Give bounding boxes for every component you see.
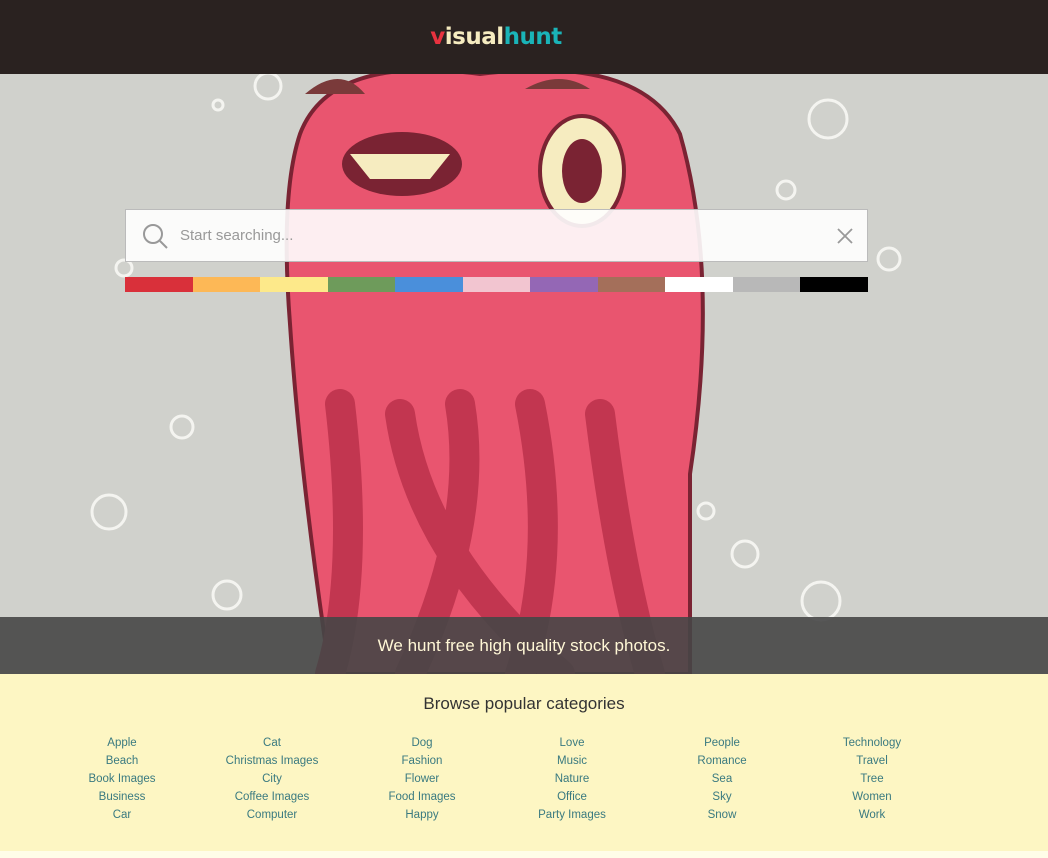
logo-isual: isual xyxy=(444,24,504,50)
hero-illustration xyxy=(90,74,902,674)
category-link[interactable]: Food Images xyxy=(347,788,497,806)
category-link[interactable]: Dog xyxy=(347,734,497,752)
color-swatch[interactable] xyxy=(665,277,733,292)
category-link[interactable]: Travel xyxy=(797,752,947,770)
color-swatch[interactable] xyxy=(125,277,193,292)
header: visualhunt xyxy=(0,0,1048,74)
category-column: Dog Fashion Flower Food Images Happy xyxy=(347,734,497,824)
tagline: We hunt free high quality stock photos. xyxy=(0,617,1048,674)
category-column: Cat Christmas Images City Coffee Images Comp… xyxy=(197,734,347,824)
color-swatch[interactable] xyxy=(192,277,261,292)
popular-categories: Browse popular categories Apple Beach Book… xyxy=(0,674,1048,851)
category-link[interactable]: Love xyxy=(497,734,647,752)
category-link[interactable]: Business xyxy=(47,788,197,806)
logo-hunt: hunt xyxy=(503,24,563,50)
category-link[interactable]: Women xyxy=(797,788,947,806)
category-link[interactable]: People xyxy=(647,734,797,752)
category-link[interactable]: Happy xyxy=(347,806,497,824)
category-link[interactable]: Sky xyxy=(647,788,797,806)
category-link[interactable]: Cat xyxy=(197,734,347,752)
category-link[interactable]: Romance xyxy=(647,752,797,770)
category-link[interactable]: Snow xyxy=(647,806,797,824)
category-column: Technology Travel Tree Women Work xyxy=(797,734,947,824)
color-swatch[interactable] xyxy=(260,277,328,292)
category-link[interactable]: Christmas Images xyxy=(197,752,347,770)
color-swatch[interactable] xyxy=(800,277,869,292)
category-link[interactable]: City xyxy=(197,770,347,788)
category-link[interactable]: Flower xyxy=(347,770,497,788)
color-swatch[interactable] xyxy=(327,277,396,292)
color-filter xyxy=(125,277,869,292)
category-link[interactable]: Fashion xyxy=(347,752,497,770)
clear-search-button[interactable] xyxy=(817,216,857,256)
category-link[interactable]: Coffee Images xyxy=(197,788,347,806)
category-link[interactable]: Tree xyxy=(797,770,947,788)
categories-grid: Apple Beach Book Images Business Car Cat Chris… xyxy=(0,734,1048,824)
search-bar xyxy=(125,209,868,262)
color-swatch[interactable] xyxy=(395,277,463,292)
category-link[interactable]: Apple xyxy=(47,734,197,752)
logo-v: v xyxy=(430,24,445,50)
category-link[interactable]: Beach xyxy=(47,752,197,770)
search-icon xyxy=(143,223,168,249)
category-link[interactable]: Sea xyxy=(647,770,797,788)
categories-title: Browse popular categories xyxy=(423,694,625,713)
category-link[interactable]: Office xyxy=(497,788,647,806)
category-column: Apple Beach Book Images Business Car xyxy=(47,734,197,824)
category-column: People Romance Sea Sky Snow xyxy=(647,734,797,824)
category-link[interactable]: Car xyxy=(47,806,197,824)
search-input[interactable] xyxy=(180,227,817,244)
category-link[interactable]: Music xyxy=(497,752,647,770)
color-swatch[interactable] xyxy=(732,277,801,292)
category-link[interactable]: Nature xyxy=(497,770,647,788)
category-column: Love Music Nature Office Party Images xyxy=(497,734,647,824)
color-swatch[interactable] xyxy=(462,277,531,292)
category-link[interactable]: Work xyxy=(797,806,947,824)
category-link[interactable]: Party Images xyxy=(497,806,647,824)
logo[interactable]: visualhunt xyxy=(430,24,563,50)
color-swatch[interactable] xyxy=(530,277,598,292)
close-icon xyxy=(837,227,853,244)
category-link[interactable]: Technology xyxy=(797,734,947,752)
category-link[interactable]: Computer xyxy=(197,806,347,824)
color-swatch[interactable] xyxy=(597,277,666,292)
hero: We hunt free high quality stock photos. xyxy=(0,74,1048,674)
category-link[interactable]: Book Images xyxy=(47,770,197,788)
